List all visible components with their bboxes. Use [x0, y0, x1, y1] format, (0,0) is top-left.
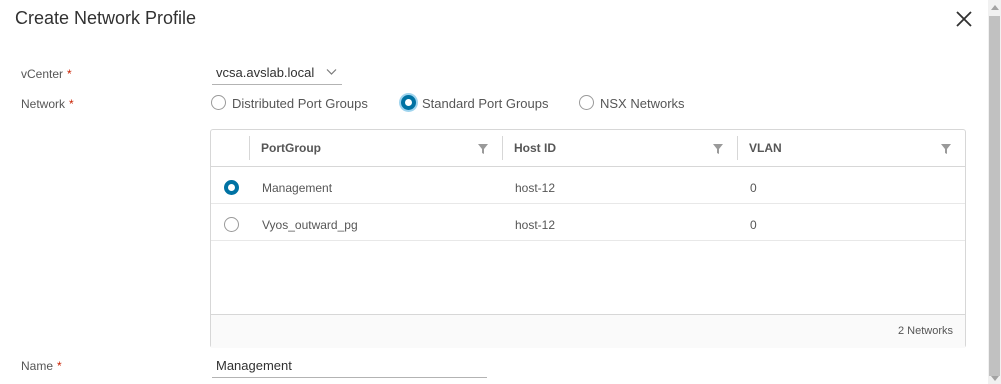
vcenter-select-value: vcsa.avslab.local: [216, 65, 315, 80]
vcenter-label: vCenter *: [21, 67, 72, 81]
radio-nsx-networks[interactable]: NSX Networks: [579, 94, 699, 114]
column-header-portgroup[interactable]: PortGroup: [249, 130, 502, 166]
filter-icon[interactable]: [478, 144, 488, 154]
cell-portgroup: Management: [262, 181, 333, 195]
grid-header: PortGroup Host ID VLAN: [211, 130, 965, 167]
chevron-down-icon: [326, 69, 337, 75]
scrollbar-thumb[interactable]: [989, 16, 1000, 376]
radio-label: Distributed Port Groups: [232, 96, 368, 111]
vcenter-select[interactable]: vcsa.avslab.local: [212, 62, 342, 85]
cell-vlan: 0: [750, 181, 757, 195]
table-row[interactable]: Management host-12 0: [211, 167, 965, 204]
network-label: Network *: [21, 97, 74, 111]
dialog-title: Create Network Profile: [15, 8, 197, 28]
create-network-profile-dialog: Create Network Profile vCenter * vcsa.avs…: [0, 0, 988, 384]
required-marker: *: [67, 67, 72, 81]
scroll-down-icon[interactable]: [991, 376, 999, 381]
cell-vlan: 0: [750, 218, 757, 232]
column-header-vlan[interactable]: VLAN: [737, 130, 965, 166]
radio-button[interactable]: [224, 217, 239, 232]
scroll-up-icon[interactable]: [991, 5, 999, 10]
name-label-text: Name: [21, 359, 54, 373]
grid-footer: 2 Networks: [211, 314, 965, 348]
row-radio-selected[interactable]: [224, 179, 239, 195]
required-marker: *: [57, 359, 62, 373]
network-label-text: Network: [21, 97, 66, 111]
radio-distributed-port-groups[interactable]: Distributed Port Groups: [211, 94, 386, 114]
close-icon[interactable]: [954, 9, 974, 29]
table-row[interactable]: Vyos_outward_pg host-12 0: [211, 204, 965, 241]
radio-label: Standard Port Groups: [422, 96, 549, 111]
name-input-value: Management: [216, 358, 292, 373]
filter-icon[interactable]: [941, 144, 951, 154]
radio-label: NSX Networks: [600, 96, 685, 111]
portgroup-datagrid: PortGroup Host ID VLAN Management host-1…: [210, 129, 966, 348]
filter-icon[interactable]: [713, 144, 723, 154]
column-header-host-id[interactable]: Host ID: [502, 130, 737, 166]
cell-host-id: host-12: [515, 218, 556, 232]
name-input[interactable]: Management: [212, 355, 487, 378]
row-radio[interactable]: [224, 216, 239, 232]
vertical-scrollbar[interactable]: [988, 0, 1001, 384]
grid-item-count: 2 Networks: [897, 325, 953, 337]
name-label: Name *: [21, 359, 62, 373]
radio-button[interactable]: [211, 95, 226, 110]
column-header-label: VLAN: [749, 141, 782, 155]
radio-standard-port-groups[interactable]: Standard Port Groups: [401, 94, 566, 114]
column-header-label: PortGroup: [261, 141, 321, 155]
cell-portgroup: Vyos_outward_pg: [262, 218, 358, 232]
column-header-label: Host ID: [514, 141, 556, 155]
required-marker: *: [69, 97, 74, 111]
radio-button[interactable]: [579, 95, 594, 110]
radio-button-selected[interactable]: [224, 180, 239, 195]
cell-host-id: host-12: [515, 181, 556, 195]
radio-button-selected[interactable]: [401, 95, 416, 110]
vcenter-label-text: vCenter: [21, 67, 64, 81]
